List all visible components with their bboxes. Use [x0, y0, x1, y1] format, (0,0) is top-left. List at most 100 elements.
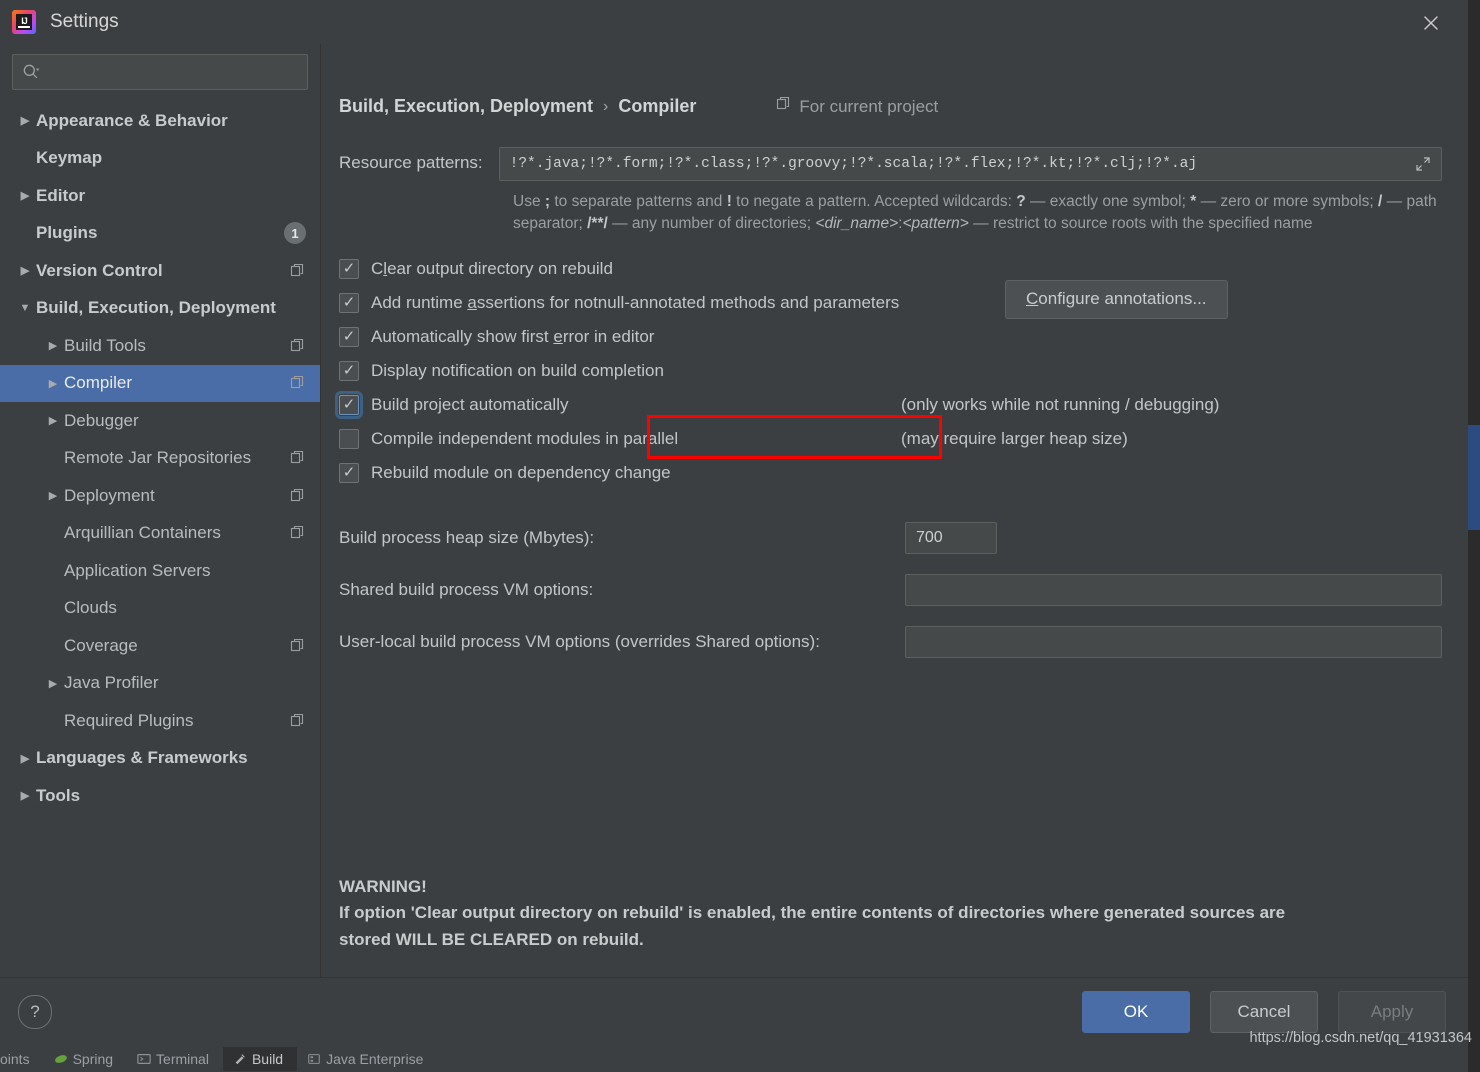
dialog-titlebar: IJ Settings: [0, 0, 1468, 44]
chevron-right-icon[interactable]: ▶: [14, 114, 36, 127]
checkbox-label-post: rror in editor: [562, 326, 655, 346]
checkbox-label-pre: Automatically show first: [371, 326, 554, 346]
help-button[interactable]: ?: [18, 995, 52, 1029]
search-input[interactable]: [41, 63, 299, 81]
chevron-right-icon[interactable]: ▶: [42, 489, 64, 502]
chevron-right-icon[interactable]: ▶: [42, 414, 64, 427]
resource-patterns-field[interactable]: !?*.java;!?*.form;!?*.class;!?*.groovy;!…: [498, 147, 1442, 181]
field-label: Build process heap size (Mbytes):: [339, 527, 595, 547]
resource-patterns-value: !?*.java;!?*.form;!?*.class;!?*.groovy;!…: [509, 156, 1198, 172]
project-scope-icon: [290, 263, 306, 279]
breadcrumb: Build, Execution, Deployment › Compiler …: [321, 96, 1468, 117]
checkbox-clear-output-directory-on-rebuild[interactable]: ✓: [339, 258, 359, 279]
sidebar-item-arquillian-containers[interactable]: Arquillian Containers: [0, 515, 320, 553]
settings-tree: ▶ Appearance & Behavior Keymap ▶ Editor Plugi…: [0, 98, 320, 977]
sidebar-item-appearance-behavior[interactable]: ▶ Appearance & Behavior: [0, 102, 320, 140]
breadcrumb-parent[interactable]: Build, Execution, Deployment: [339, 96, 593, 117]
input-build-process-heap-size-mbytes[interactable]: 700: [905, 521, 997, 554]
checkbox-display-notification-on-build-completion[interactable]: ✓: [339, 360, 359, 381]
toolwindow-tab-label: Spring: [72, 1050, 114, 1067]
input-shared-build-process-vm-options[interactable]: [905, 573, 1442, 606]
chevron-right-icon[interactable]: ▶: [42, 339, 64, 352]
sidebar-item-label: Debugger: [64, 410, 139, 430]
sidebar-item-application-servers[interactable]: Application Servers: [0, 552, 320, 590]
spring-icon: [54, 1052, 68, 1066]
chevron-down-icon[interactable]: ▼: [14, 302, 36, 314]
toolwindow-tab-spring[interactable]: Spring: [44, 1047, 127, 1071]
build-icon: [233, 1052, 247, 1066]
input-user-local-build-process-vm-options-over[interactable]: [905, 625, 1442, 658]
toolwindow-tab-java-enterprise[interactable]: Java Enterprise: [297, 1047, 437, 1071]
hint-text-4: — exactly one symbol;: [1025, 193, 1191, 210]
expand-icon[interactable]: [1415, 156, 1431, 172]
sidebar-item-remote-jar-repositories[interactable]: Remote Jar Repositories: [0, 440, 320, 478]
sidebar-item-keymap[interactable]: Keymap: [0, 140, 320, 178]
watermark: https://blog.csdn.net/qq_41931364: [1249, 1030, 1472, 1046]
checkbox-rebuild-module-on-dependency-change[interactable]: ✓: [339, 462, 359, 483]
ide-scrollbar-thumb[interactable]: [1468, 425, 1480, 530]
field-row-build-process-heap-size-mbytes: Build process heap size (Mbytes): 700: [339, 512, 1442, 564]
checkbox-label-pre: Compile independent modules in parallel: [371, 428, 679, 448]
apply-button[interactable]: Apply: [1338, 991, 1446, 1033]
chevron-right-icon[interactable]: ▶: [14, 789, 36, 802]
checkbox-compile-independent-modules-in-parallel[interactable]: [339, 428, 359, 449]
sidebar-item-label: Build, Execution, Deployment: [36, 298, 276, 318]
sidebar-item-compiler[interactable]: ▶ Compiler: [0, 364, 320, 402]
chevron-right-icon[interactable]: ▶: [14, 264, 36, 277]
checkbox-label-pre: Rebuild module on dependency change: [371, 462, 671, 482]
chevron-right-icon[interactable]: ▶: [14, 189, 36, 202]
sidebar-item-clouds[interactable]: Clouds: [0, 590, 320, 628]
compiler-options-list: ✓ Clear output directory on rebuild ✓ Add r…: [321, 252, 1468, 490]
search-box[interactable]: [12, 54, 308, 90]
toolwindow-tab-build[interactable]: Build: [222, 1046, 298, 1071]
sidebar-item-build-tools[interactable]: ▶ Build Tools: [0, 327, 320, 365]
sidebar-item-required-plugins[interactable]: Required Plugins: [0, 702, 320, 740]
checkbox-automatically-show-first-error-in-editor[interactable]: ✓: [339, 326, 359, 347]
cancel-button[interactable]: Cancel: [1210, 991, 1318, 1033]
field-row-user-local-build-process-vm-options-over: User-local build process VM options (ove…: [339, 616, 1442, 668]
sidebar-item-label: Deployment: [64, 485, 155, 505]
checkbox-build-project-automatically[interactable]: ✓: [335, 390, 363, 419]
for-current-project-label: For current project: [799, 96, 939, 116]
checkbox-row-display-notification-on-build-completion: ✓ Display notification on build completio…: [339, 354, 1468, 388]
sidebar-item-java-profiler[interactable]: ▶ Java Profiler: [0, 665, 320, 703]
sidebar-item-label: Plugins: [36, 223, 98, 243]
project-scope-icon: [290, 375, 306, 391]
sidebar-item-label: Java Profiler: [64, 673, 159, 693]
project-scope-icon: [290, 525, 306, 541]
compiler-fields: Build process heap size (Mbytes): 700 Shar…: [321, 512, 1468, 668]
sidebar-item-debugger[interactable]: ▶ Debugger: [0, 402, 320, 440]
close-icon[interactable]: [1416, 8, 1446, 38]
chevron-right-icon[interactable]: ▶: [42, 677, 64, 690]
sidebar-item-tools[interactable]: ▶ Tools: [0, 777, 320, 815]
copy-project-icon: [776, 96, 792, 117]
dialog-body: ▶ Appearance & Behavior Keymap ▶ Editor Plugi…: [0, 44, 1468, 977]
sidebar-item-editor[interactable]: ▶ Editor: [0, 177, 320, 215]
chevron-right-icon[interactable]: ▶: [42, 377, 64, 390]
button-label: onfigure annotations...: [1038, 289, 1207, 309]
sidebar-item-version-control[interactable]: ▶ Version Control: [0, 252, 320, 290]
resource-patterns-hint: Use ; to separate patterns and ! to nega…: [513, 191, 1442, 236]
terminal-icon: [137, 1052, 151, 1066]
sidebar-item-label: Editor: [36, 185, 86, 205]
sidebar-item-build-execution-deployment[interactable]: ▼ Build, Execution, Deployment: [0, 290, 320, 328]
ok-button[interactable]: OK: [1082, 991, 1190, 1033]
chevron-right-icon: ›: [603, 97, 609, 115]
toolwindow-tab-breakpoints[interactable]: oints: [0, 1047, 44, 1071]
configure-annotations-button[interactable]: Configure annotations...: [1005, 279, 1228, 319]
sidebar-item-label: Build Tools: [64, 335, 146, 355]
resource-patterns-label: Resource patterns:: [339, 153, 483, 172]
sidebar-item-coverage[interactable]: Coverage: [0, 627, 320, 665]
sidebar-item-languages-frameworks[interactable]: ▶ Languages & Frameworks: [0, 740, 320, 778]
checkbox-label-post: ear output directory on rebuild: [387, 258, 613, 278]
chevron-right-icon[interactable]: ▶: [14, 752, 36, 765]
project-scope-icon: [290, 713, 306, 729]
checkbox-add-runtime-assertions-for-notnull-annotat[interactable]: ✓: [339, 292, 359, 313]
sidebar-item-plugins[interactable]: Plugins 1: [0, 215, 320, 253]
java-enterprise-icon: [307, 1052, 321, 1066]
field-label: Shared build process VM options:: [339, 579, 594, 599]
settings-sidebar: ▶ Appearance & Behavior Keymap ▶ Editor Plugi…: [0, 44, 321, 977]
checkbox-row-add-runtime-assertions-for-notnull-annotat: ✓ Add runtime assertions for notnull-anno…: [339, 279, 1468, 320]
toolwindow-tab-terminal[interactable]: Terminal: [127, 1047, 223, 1071]
sidebar-item-deployment[interactable]: ▶ Deployment: [0, 477, 320, 515]
